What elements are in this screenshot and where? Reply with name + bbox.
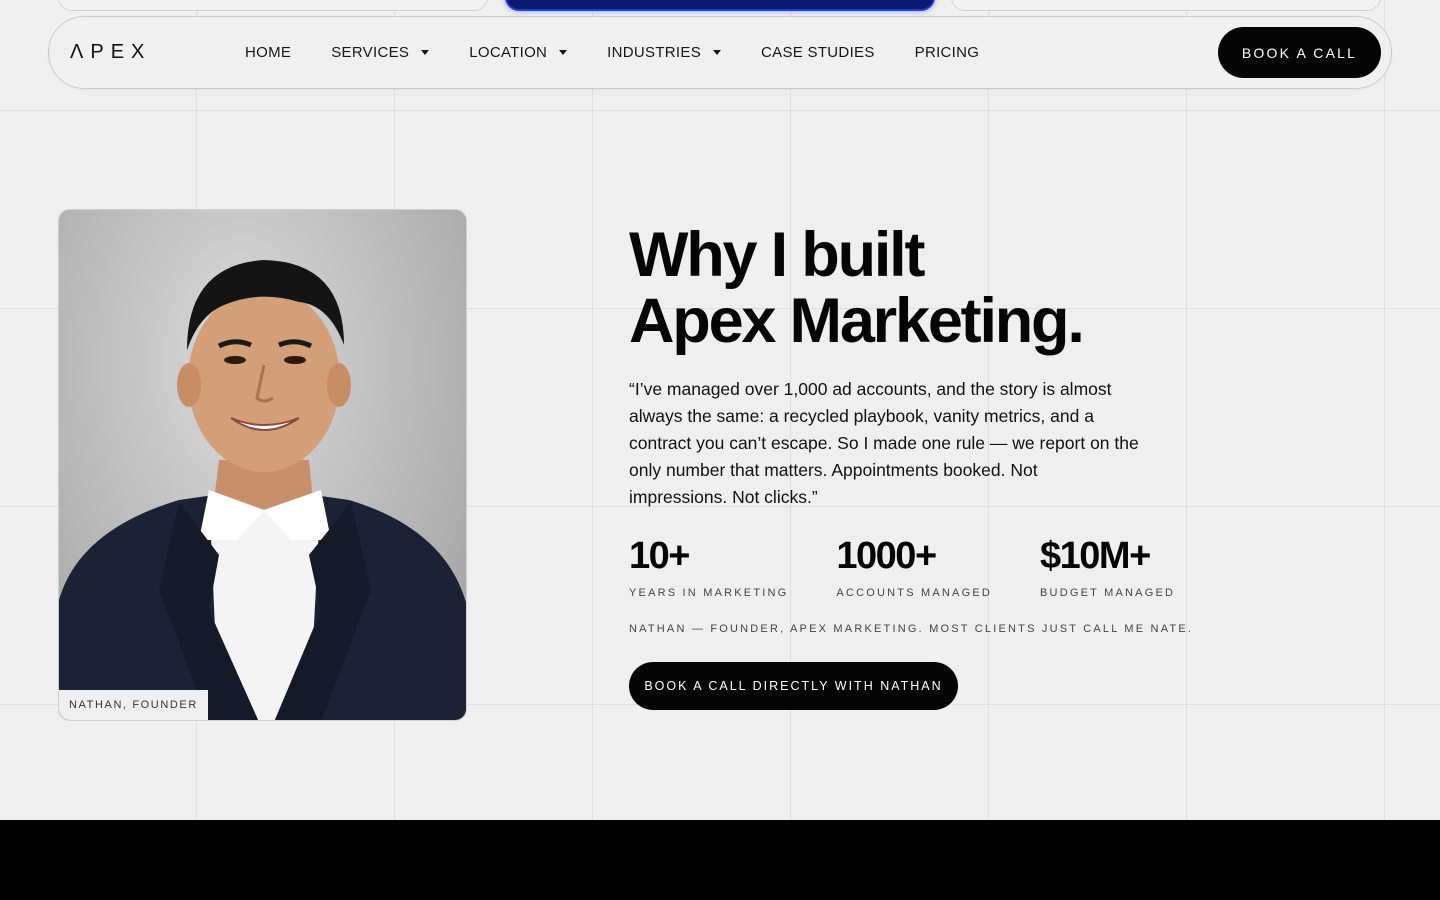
stat-budget: $10M+ BUDGET MANAGED	[1040, 535, 1175, 599]
nav-item-industries[interactable]: INDUSTRIES	[607, 44, 722, 61]
stat-value: 1000+	[836, 535, 937, 577]
nav-links: HOME SERVICES LOCATION INDUSTRIES CASE S…	[245, 44, 1019, 61]
main-navbar: ΛPEX HOME SERVICES LOCATION INDUSTRIES C…	[48, 16, 1392, 89]
founder-byline: NATHAN — FOUNDER, APEX MARKETING. MOST C…	[629, 623, 1194, 635]
stat-label: ACCOUNTS MANAGED	[836, 587, 993, 599]
stat-accounts: 1000+ ACCOUNTS MANAGED	[836, 535, 992, 599]
brand-logo[interactable]: ΛPEX	[70, 41, 151, 64]
stat-value: $10M+	[1040, 535, 1151, 577]
nav-item-label: LOCATION	[469, 44, 548, 61]
nav-item-label: CASE STUDIES	[761, 44, 875, 61]
footer-band	[0, 820, 1440, 900]
book-call-with-nathan-button[interactable]: BOOK A CALL DIRECTLY WITH NATHAN	[629, 662, 958, 710]
headline-line-1: Why I built	[629, 220, 925, 290]
caret-down-icon	[421, 50, 430, 55]
caret-down-icon	[559, 50, 568, 55]
stat-label: YEARS IN MARKETING	[629, 587, 789, 599]
card-peek-left	[58, 0, 488, 11]
stats-row: 10+ YEARS IN MARKETING 1000+ ACCOUNTS MA…	[629, 535, 1223, 599]
section-headline: Why I built Apex Marketing.	[629, 220, 1085, 356]
nav-item-home[interactable]: HOME	[245, 44, 291, 61]
caret-down-icon	[713, 50, 722, 55]
nav-item-label: INDUSTRIES	[607, 44, 702, 61]
nav-item-case-studies[interactable]: CASE STUDIES	[761, 44, 875, 61]
nav-item-services[interactable]: SERVICES	[331, 44, 430, 61]
nav-item-label: SERVICES	[331, 44, 410, 61]
card-peek-right	[951, 0, 1381, 11]
photo-caption: NATHAN, FOUNDER	[59, 690, 208, 720]
headline-line-2: Apex Marketing.	[629, 286, 1085, 356]
founder-portrait-illustration	[59, 260, 466, 720]
founder-quote: “I’ve managed over 1,000 ad accounts, an…	[629, 379, 1139, 507]
nav-item-location[interactable]: LOCATION	[469, 44, 568, 61]
founder-photo: NATHAN, FOUNDER	[58, 209, 467, 721]
stat-label: BUDGET MANAGED	[1040, 587, 1176, 599]
nav-item-label: PRICING	[914, 44, 980, 61]
nav-item-pricing[interactable]: PRICING	[915, 44, 980, 61]
stat-years: 10+ YEARS IN MARKETING	[629, 535, 788, 599]
card-peek-featured	[505, 0, 935, 11]
nav-item-label: HOME	[245, 44, 292, 61]
stat-value: 10+	[629, 535, 690, 577]
book-a-call-button[interactable]: BOOK A CALL	[1218, 27, 1381, 78]
